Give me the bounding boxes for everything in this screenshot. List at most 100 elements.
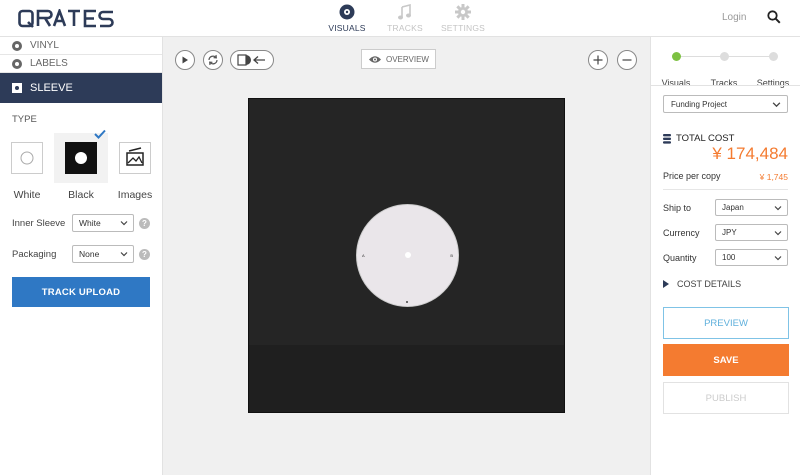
ship-to-label: Ship to [663, 202, 692, 213]
section-labels[interactable]: LABELS [0, 55, 162, 73]
spindle-hole [405, 252, 411, 258]
inner-sleeve-help-icon[interactable]: ? [139, 217, 150, 229]
track-upload-button[interactable]: TRACK UPLOAD [12, 277, 150, 307]
search-button[interactable] [767, 10, 781, 29]
inner-sleeve-select[interactable]: White [72, 214, 134, 232]
type-black-label: Black [68, 189, 94, 201]
check-icon [94, 129, 106, 139]
chevron-down-icon [120, 252, 128, 257]
sleeve-preview[interactable]: A B [248, 98, 565, 413]
nav-tracks[interactable]: TRACKS [376, 0, 434, 37]
type-images-label: Images [117, 189, 153, 201]
price-per-copy-value: ¥ 1,745 [759, 172, 788, 182]
step-visuals-dot[interactable] [672, 52, 681, 61]
save-button[interactable]: SAVE [663, 344, 789, 376]
play-icon [182, 56, 188, 64]
sleeve-bottom-shade [249, 345, 564, 412]
ship-to-value: Japan [722, 203, 744, 212]
type-images-option[interactable] [108, 133, 162, 183]
chevron-down-icon [774, 256, 782, 261]
total-cost-label-text: TOTAL COST [676, 133, 735, 144]
zoom-out-button[interactable] [617, 50, 637, 70]
black-sleeve-icon [65, 142, 97, 174]
step-tracks-label[interactable]: Tracks [699, 78, 749, 88]
inner-sleeve-label: Inner Sleeve [12, 217, 66, 229]
type-white-label: White [13, 189, 41, 201]
preview-button[interactable]: PREVIEW [663, 307, 789, 339]
search-icon [767, 10, 781, 24]
type-black-option[interactable] [54, 129, 108, 183]
progress-steps: Visuals Tracks Settings [651, 52, 800, 88]
vinyl-radio-icon [12, 40, 22, 51]
project-type-select[interactable]: Funding Project [663, 95, 788, 113]
ship-to-row: Ship to Japan [663, 199, 788, 216]
left-panel: VINYL LABELS SLEEVE TYPE White Black Ima… [0, 37, 163, 475]
step-visuals-label[interactable]: Visuals [651, 78, 701, 88]
side-a-marker: A [362, 253, 365, 258]
price-per-copy-label: Price per copy [663, 171, 721, 181]
gear-icon [455, 4, 471, 20]
nav-visuals-label: VISUALS [328, 23, 366, 33]
quantity-select[interactable]: 100 [715, 249, 788, 266]
currency-row: Currency JPY [663, 224, 788, 241]
white-sleeve-icon [11, 142, 43, 174]
packaging-label: Packaging [12, 248, 57, 260]
step-tracks-dot[interactable] [720, 52, 729, 61]
nav-visuals[interactable]: VISUALS [318, 0, 376, 37]
cost-details-label: COST DETAILS [677, 279, 742, 289]
section-sleeve-label: SLEEVE [30, 82, 73, 94]
type-white-option[interactable] [0, 133, 54, 183]
preview-canvas: OVERVIEW A B [163, 37, 650, 475]
sleeve-type-names: White Black Images [0, 189, 162, 201]
caret-right-icon [663, 280, 669, 288]
chevron-down-icon [120, 221, 128, 226]
zoom-in-button[interactable] [588, 50, 608, 70]
price-divider [663, 189, 788, 190]
currency-value: JPY [722, 228, 737, 237]
packaging-row: Packaging None ? [12, 245, 150, 263]
chevron-down-icon [774, 206, 782, 211]
overview-label: OVERVIEW [386, 54, 429, 64]
nav-settings[interactable]: SETTINGS [434, 0, 492, 37]
play-button[interactable] [175, 50, 195, 70]
main-nav: VISUALS TRACKS SETTINGS [318, 0, 492, 37]
chevron-down-icon [772, 102, 781, 108]
cost-details-toggle[interactable]: COST DETAILS [663, 279, 741, 289]
logo-wordmark [18, 9, 114, 28]
order-panel: Visuals Tracks Settings Funding Project … [650, 37, 800, 475]
pull-out-button[interactable] [230, 50, 274, 70]
labels-radio-icon [12, 58, 22, 69]
step-settings-dot[interactable] [769, 52, 778, 61]
minus-icon [622, 59, 632, 61]
steps-divider [651, 85, 800, 86]
sleeve-icon [12, 83, 22, 93]
total-cost-value: ¥ 174,484 [712, 144, 788, 163]
inner-sleeve-value: White [79, 218, 101, 228]
section-vinyl[interactable]: VINYL [0, 37, 162, 55]
login-link[interactable]: Login [722, 12, 746, 23]
quantity-label: Quantity [663, 252, 697, 263]
ship-to-select[interactable]: Japan [715, 199, 788, 216]
chevron-down-icon [774, 231, 782, 236]
total-cost-label: TOTAL COST [663, 133, 734, 144]
rotate-button[interactable] [203, 50, 223, 70]
packaging-value: None [79, 249, 100, 259]
rotate-icon [208, 54, 218, 66]
plus-icon [593, 55, 603, 65]
step-settings-label[interactable]: Settings [748, 78, 798, 88]
label-mark [406, 301, 408, 303]
quantity-row: Quantity 100 [663, 249, 788, 266]
music-note-icon [398, 4, 411, 20]
section-sleeve[interactable]: SLEEVE [0, 73, 162, 103]
images-sleeve-icon [119, 142, 151, 174]
packaging-select[interactable]: None [72, 245, 134, 263]
top-bar: VISUALS TRACKS SETTINGS Login [0, 0, 800, 37]
publish-button[interactable]: PUBLISH [663, 382, 789, 414]
coins-icon [663, 133, 671, 144]
section-vinyl-label: VINYL [30, 40, 59, 51]
currency-select[interactable]: JPY [715, 224, 788, 241]
eye-icon [369, 55, 381, 63]
qrates-logo[interactable] [18, 7, 118, 31]
overview-button[interactable]: OVERVIEW [361, 49, 436, 69]
packaging-help-icon[interactable]: ? [139, 248, 150, 260]
